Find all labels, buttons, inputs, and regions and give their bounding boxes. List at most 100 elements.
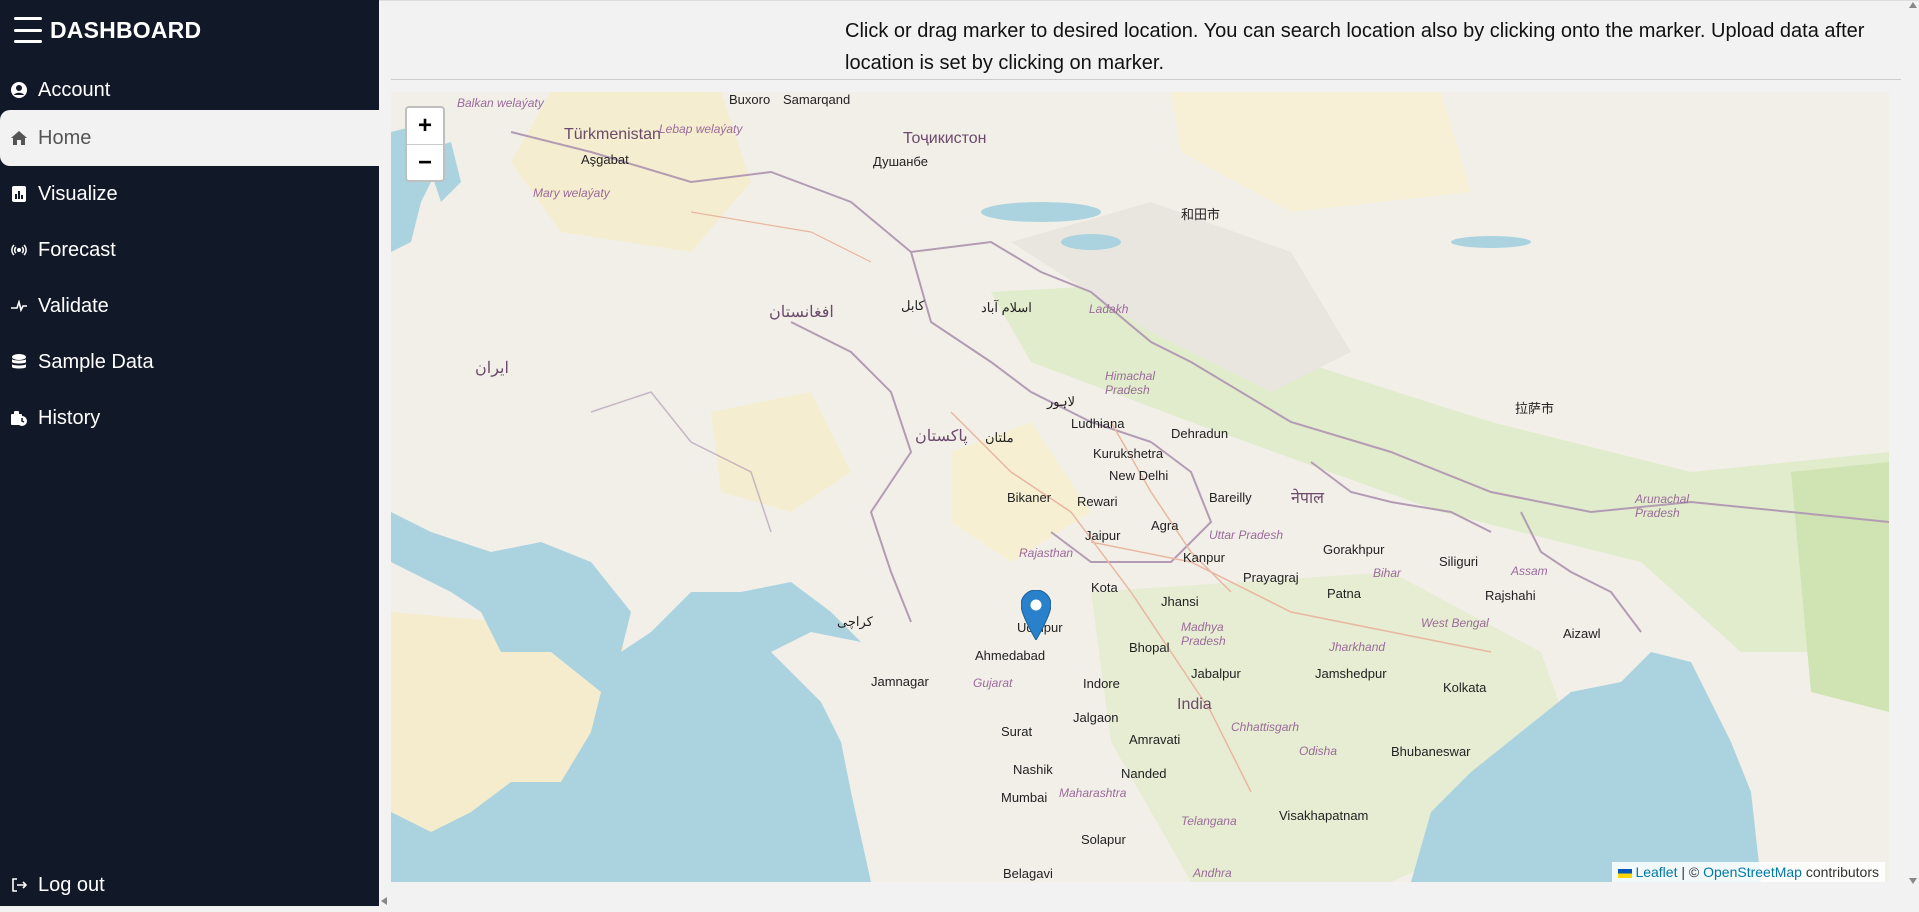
map-label: Aşgabat [581, 152, 629, 167]
map-label: India [1177, 696, 1212, 714]
map-label: Mary welaýaty [533, 186, 610, 200]
sidebar-item-account[interactable]: Account [0, 66, 379, 114]
history-icon [10, 410, 28, 426]
sidebar-item-label: Home [38, 127, 91, 150]
ukraine-flag-icon [1618, 869, 1632, 878]
map-label: Mumbai [1001, 790, 1047, 805]
map-label: Jamshedpur [1315, 666, 1387, 681]
broadcast-icon [10, 244, 28, 256]
map-label: Jharkhand [1329, 640, 1385, 654]
map-label: Visakhapatnam [1279, 808, 1368, 823]
map-label: Maharashtra [1059, 786, 1126, 800]
map-label: Lebap welaýaty [659, 122, 742, 136]
location-marker-icon[interactable] [1021, 590, 1051, 640]
sidebar-item-label: Forecast [38, 239, 116, 262]
map-label: Andhra [1193, 866, 1232, 880]
map-label: Patna [1327, 586, 1361, 601]
map-label: नेपाल [1291, 486, 1324, 508]
map-label: Samarqand [783, 92, 850, 107]
map-label: ملتان [985, 430, 1014, 446]
map-label: لاہور [1047, 394, 1075, 410]
map-label: Bhubaneswar [1391, 744, 1471, 759]
sidebar-item-forecast[interactable]: Forecast [0, 226, 379, 274]
map-label: Aizawl [1563, 626, 1601, 641]
map-label: Surat [1001, 724, 1032, 739]
map-label: Chhattisgarh [1231, 720, 1299, 734]
attribution-contributors: contributors [1802, 864, 1879, 880]
map-label: Kurukshetra [1093, 446, 1163, 461]
map-label: پاکستان [915, 426, 968, 446]
map-label: Kanpur [1183, 550, 1225, 565]
map-label: Тоҷикистон [903, 130, 987, 148]
hamburger-menu-icon[interactable] [14, 17, 42, 43]
main-content: Click or drag marker to desired location… [379, 0, 1919, 906]
map-label: Assam [1511, 564, 1548, 578]
logout-label: Log out [38, 874, 105, 897]
leaflet-link[interactable]: Leaflet [1635, 864, 1677, 880]
map-label: Madhya Pradesh [1181, 620, 1241, 648]
map-label: Türkmenistan [564, 126, 661, 144]
map-label: Dehradun [1171, 426, 1228, 441]
sidebar-item-label: Validate [38, 295, 109, 318]
map-label: Solapur [1081, 832, 1126, 847]
map-tiles [391, 92, 1889, 882]
home-icon [10, 131, 28, 145]
divider [391, 79, 1901, 80]
map-label: Agra [1151, 518, 1178, 533]
map-label: Kota [1091, 580, 1118, 595]
map-label: ایران [475, 358, 509, 378]
database-icon [10, 354, 28, 370]
map-label: Nanded [1121, 766, 1167, 781]
chart-icon [10, 186, 28, 202]
sidebar-item-validate[interactable]: Validate [0, 282, 379, 330]
map-label: کابل [901, 298, 925, 314]
map-label: کراچی [837, 614, 873, 630]
map-label: Nashik [1013, 762, 1053, 777]
map-label: Bhopal [1129, 640, 1169, 655]
sidebar-item-sample-data[interactable]: Sample Data [0, 338, 379, 386]
map-label: Prayagraj [1243, 570, 1299, 585]
sidebar-item-label: Visualize [38, 183, 118, 206]
map-label: Odisha [1299, 744, 1337, 758]
horizontal-scrollbar[interactable] [379, 894, 1919, 906]
map-view[interactable]: Türkmenistan Aşgabat Samarqand Buxoro То… [391, 92, 1889, 882]
sidebar-item-visualize[interactable]: Visualize [0, 170, 379, 218]
zoom-out-button[interactable]: − [407, 144, 443, 180]
zoom-control: + − [405, 106, 445, 182]
logout-button[interactable]: Log out [0, 861, 379, 909]
sidebar-brand: DASHBOARD [14, 14, 201, 46]
logout-icon [10, 877, 28, 893]
map-label: Rewari [1077, 494, 1117, 509]
map-label: Душанбе [873, 154, 928, 169]
map-label: Gujarat [973, 676, 1012, 690]
map-label: Belagavi [1003, 866, 1053, 881]
map-label: 和田市 [1181, 204, 1220, 223]
sidebar-item-label: Account [38, 79, 110, 102]
sidebar-item-home[interactable]: Home [0, 110, 379, 166]
map-label: Gorakhpur [1323, 542, 1384, 557]
map-label: Rajasthan [1019, 546, 1073, 560]
sidebar-item-label: Sample Data [38, 351, 154, 374]
dashboard-title: DASHBOARD [50, 17, 201, 44]
sidebar-item-history[interactable]: History [0, 394, 379, 442]
sidebar-item-label: History [38, 407, 100, 430]
vertical-scrollbar[interactable] [1907, 0, 1919, 906]
map-attribution: Leaflet | © OpenStreetMap contributors [1612, 862, 1885, 882]
map-label: New Delhi [1109, 468, 1168, 483]
map-label: Arunachal Pradesh [1635, 492, 1705, 520]
map-label: Kolkata [1443, 680, 1486, 695]
map-label: Jabalpur [1191, 666, 1241, 681]
map-label: Jaipur [1085, 528, 1120, 543]
map-label: اسلام آباد [981, 300, 1032, 316]
map-label: Balkan welaýaty [457, 96, 544, 110]
map-label: Ladakh [1089, 302, 1128, 316]
map-label: Jhansi [1161, 594, 1199, 609]
zoom-in-button[interactable]: + [407, 108, 443, 144]
map-instructions: Click or drag marker to desired location… [845, 15, 1875, 79]
map-label: West Bengal [1421, 616, 1489, 630]
map-label: Uttar Pradesh [1209, 528, 1283, 542]
map-label: Siliguri [1439, 554, 1478, 569]
openstreetmap-link[interactable]: OpenStreetMap [1703, 864, 1802, 880]
map-label: Jalgaon [1073, 710, 1119, 725]
map-label: Indore [1083, 676, 1120, 691]
